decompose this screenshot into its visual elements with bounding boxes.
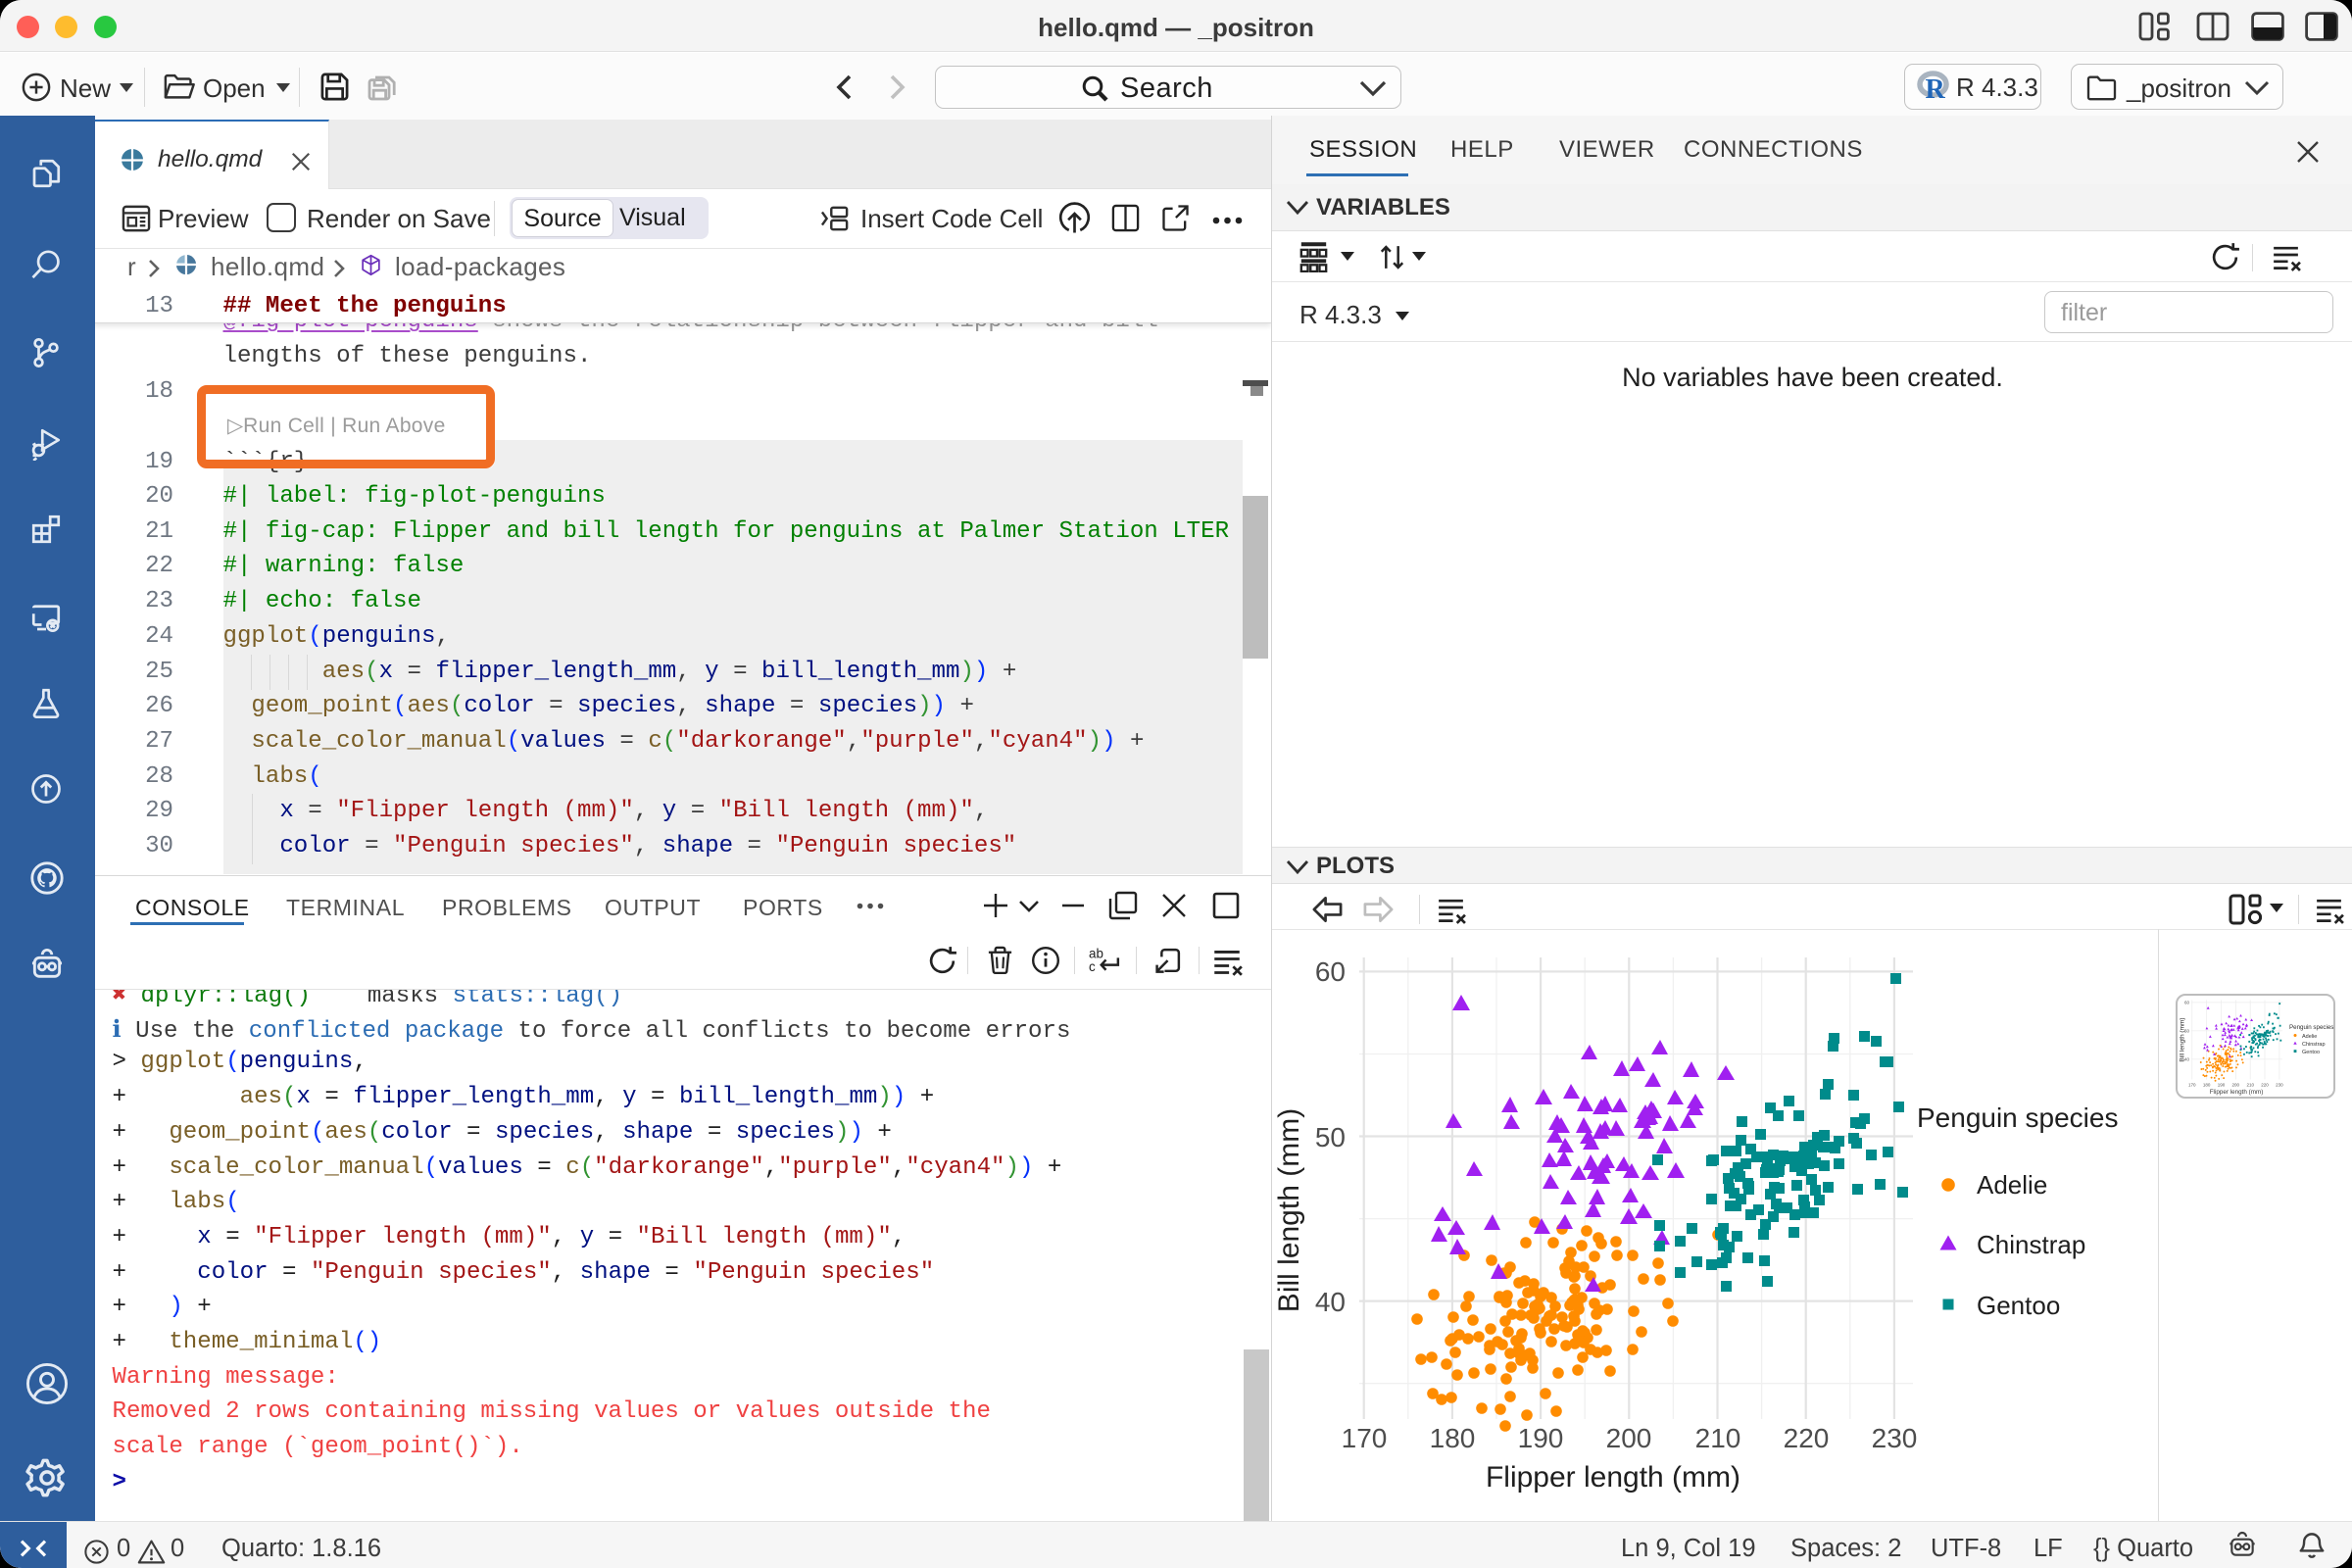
svg-text:190: 190 [1518,1423,1564,1453]
svg-text:230: 230 [2276,1083,2283,1088]
svg-text:60: 60 [1315,956,1346,987]
svg-text:220: 220 [2261,1083,2269,1088]
svg-text:Flipper length (mm): Flipper length (mm) [1486,1461,1740,1494]
svg-text:Penguin species: Penguin species [2289,1024,2333,1031]
svg-text:210: 210 [2246,1083,2254,1088]
svg-text:180: 180 [1430,1423,1476,1453]
svg-text:200: 200 [2232,1083,2240,1088]
svg-text:170: 170 [1342,1423,1388,1453]
svg-text:50: 50 [1315,1122,1346,1152]
svg-text:Flipper length (mm): Flipper length (mm) [2210,1089,2264,1096]
svg-text:Bill length (mm): Bill length (mm) [2180,1017,2186,1061]
svg-text:210: 210 [1695,1423,1741,1453]
svg-text:Adelie: Adelie [1977,1170,2047,1200]
svg-text:R: R [1926,74,1946,102]
svg-text:230: 230 [1872,1423,1918,1453]
svg-text:170: 170 [2188,1083,2196,1088]
svg-text:c: c [1089,959,1096,974]
svg-text:60: 60 [2184,1000,2190,1004]
svg-text:180: 180 [2203,1083,2211,1088]
svg-text:Gentoo: Gentoo [1977,1291,2060,1320]
svg-text:Penguin species: Penguin species [1917,1102,2118,1133]
svg-text:190: 190 [2218,1083,2226,1088]
svg-text:200: 200 [1606,1423,1652,1453]
svg-text:Chinstrap: Chinstrap [1977,1230,2085,1259]
svg-text:Adelie: Adelie [2302,1034,2317,1040]
svg-text:Bill length (mm): Bill length (mm) [1273,1108,1305,1312]
svg-text:Chinstrap: Chinstrap [2302,1042,2326,1048]
svg-text:40: 40 [1315,1287,1346,1317]
svg-text:220: 220 [1784,1423,1830,1453]
svg-text:Gentoo: Gentoo [2302,1050,2320,1055]
